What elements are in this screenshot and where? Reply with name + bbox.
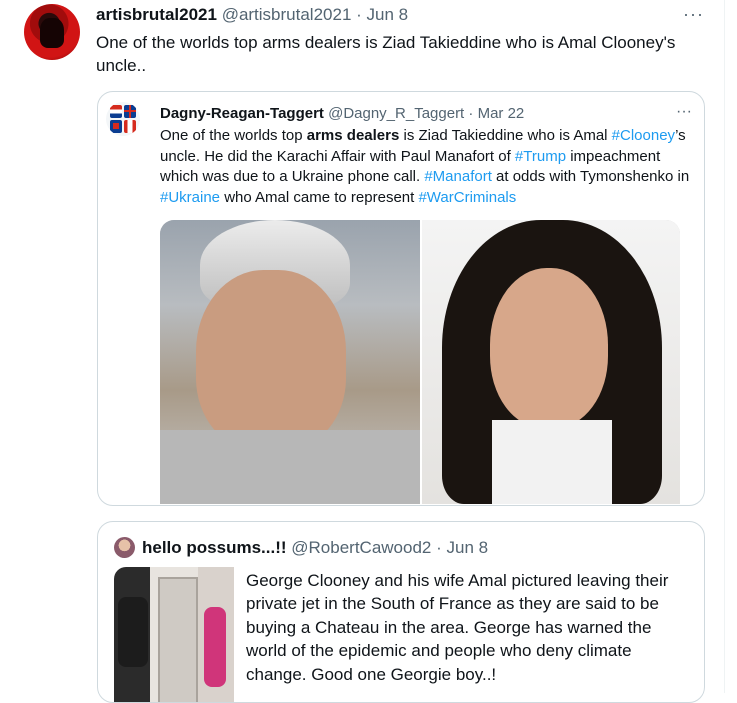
- hashtag-link[interactable]: #Clooney: [612, 127, 675, 144]
- quoted-tweet-text: One of the worlds top arms dealers is Zi…: [160, 127, 690, 206]
- hashtag-link[interactable]: #Ukraine: [160, 189, 220, 206]
- quoted-tweet-header: Dagny-Reagan-Taggert @Dagny_R_Taggert · …: [160, 105, 525, 122]
- quoted-more-options-icon[interactable]: ···: [676, 103, 692, 121]
- hashtag-link[interactable]: #Manafort: [424, 168, 492, 185]
- photo-man[interactable]: [160, 220, 420, 504]
- nested-quoted-tweet[interactable]: hello possums...!! @RobertCawood2 · Jun …: [97, 521, 705, 703]
- quoted-tweet-date[interactable]: Mar 22: [478, 105, 525, 122]
- more-options-icon[interactable]: ···: [683, 4, 704, 25]
- hashtag-link[interactable]: #WarCriminals: [418, 189, 516, 206]
- nested-author-name[interactable]: hello possums...!!: [142, 538, 287, 557]
- quoted-author-handle[interactable]: @Dagny_R_Taggert: [328, 105, 464, 122]
- nested-author-handle[interactable]: @RobertCawood2: [291, 538, 431, 557]
- nested-tweet-date[interactable]: Jun 8: [447, 538, 489, 557]
- hashtag-link[interactable]: #Trump: [515, 148, 566, 165]
- quoted-tweet[interactable]: Dagny-Reagan-Taggert @Dagny_R_Taggert · …: [97, 91, 705, 506]
- timeline-divider: [724, 0, 725, 693]
- author-avatar[interactable]: [24, 4, 80, 60]
- quoted-tweet-media[interactable]: [160, 220, 680, 504]
- nested-tweet-text: George Clooney and his wife Amal picture…: [246, 571, 669, 684]
- flag-icon: [110, 105, 122, 118]
- quoted-author-name[interactable]: Dagny-Reagan-Taggert: [160, 105, 324, 122]
- tweet-date[interactable]: Jun 8: [367, 5, 409, 24]
- author-name[interactable]: artisbrutal2021: [96, 5, 217, 24]
- tweet-header: artisbrutal2021 @artisbrutal2021 · Jun 8: [96, 5, 409, 24]
- nested-tweet-thumbnail[interactable]: [114, 567, 234, 702]
- quoted-author-avatar[interactable]: [106, 102, 140, 136]
- nested-tweet-header: hello possums...!! @RobertCawood2 · Jun …: [142, 538, 489, 557]
- flag-icon: [124, 105, 136, 118]
- flag-icon: [124, 120, 136, 133]
- author-handle[interactable]: @artisbrutal2021: [222, 5, 352, 24]
- photo-woman[interactable]: [422, 220, 680, 504]
- tweet[interactable]: artisbrutal2021 @artisbrutal2021 · Jun 8…: [0, 0, 724, 703]
- tweet-text: One of the worlds top arms dealers is Zi…: [96, 33, 676, 75]
- nested-author-avatar[interactable]: [114, 537, 135, 558]
- flag-icon: [110, 120, 122, 133]
